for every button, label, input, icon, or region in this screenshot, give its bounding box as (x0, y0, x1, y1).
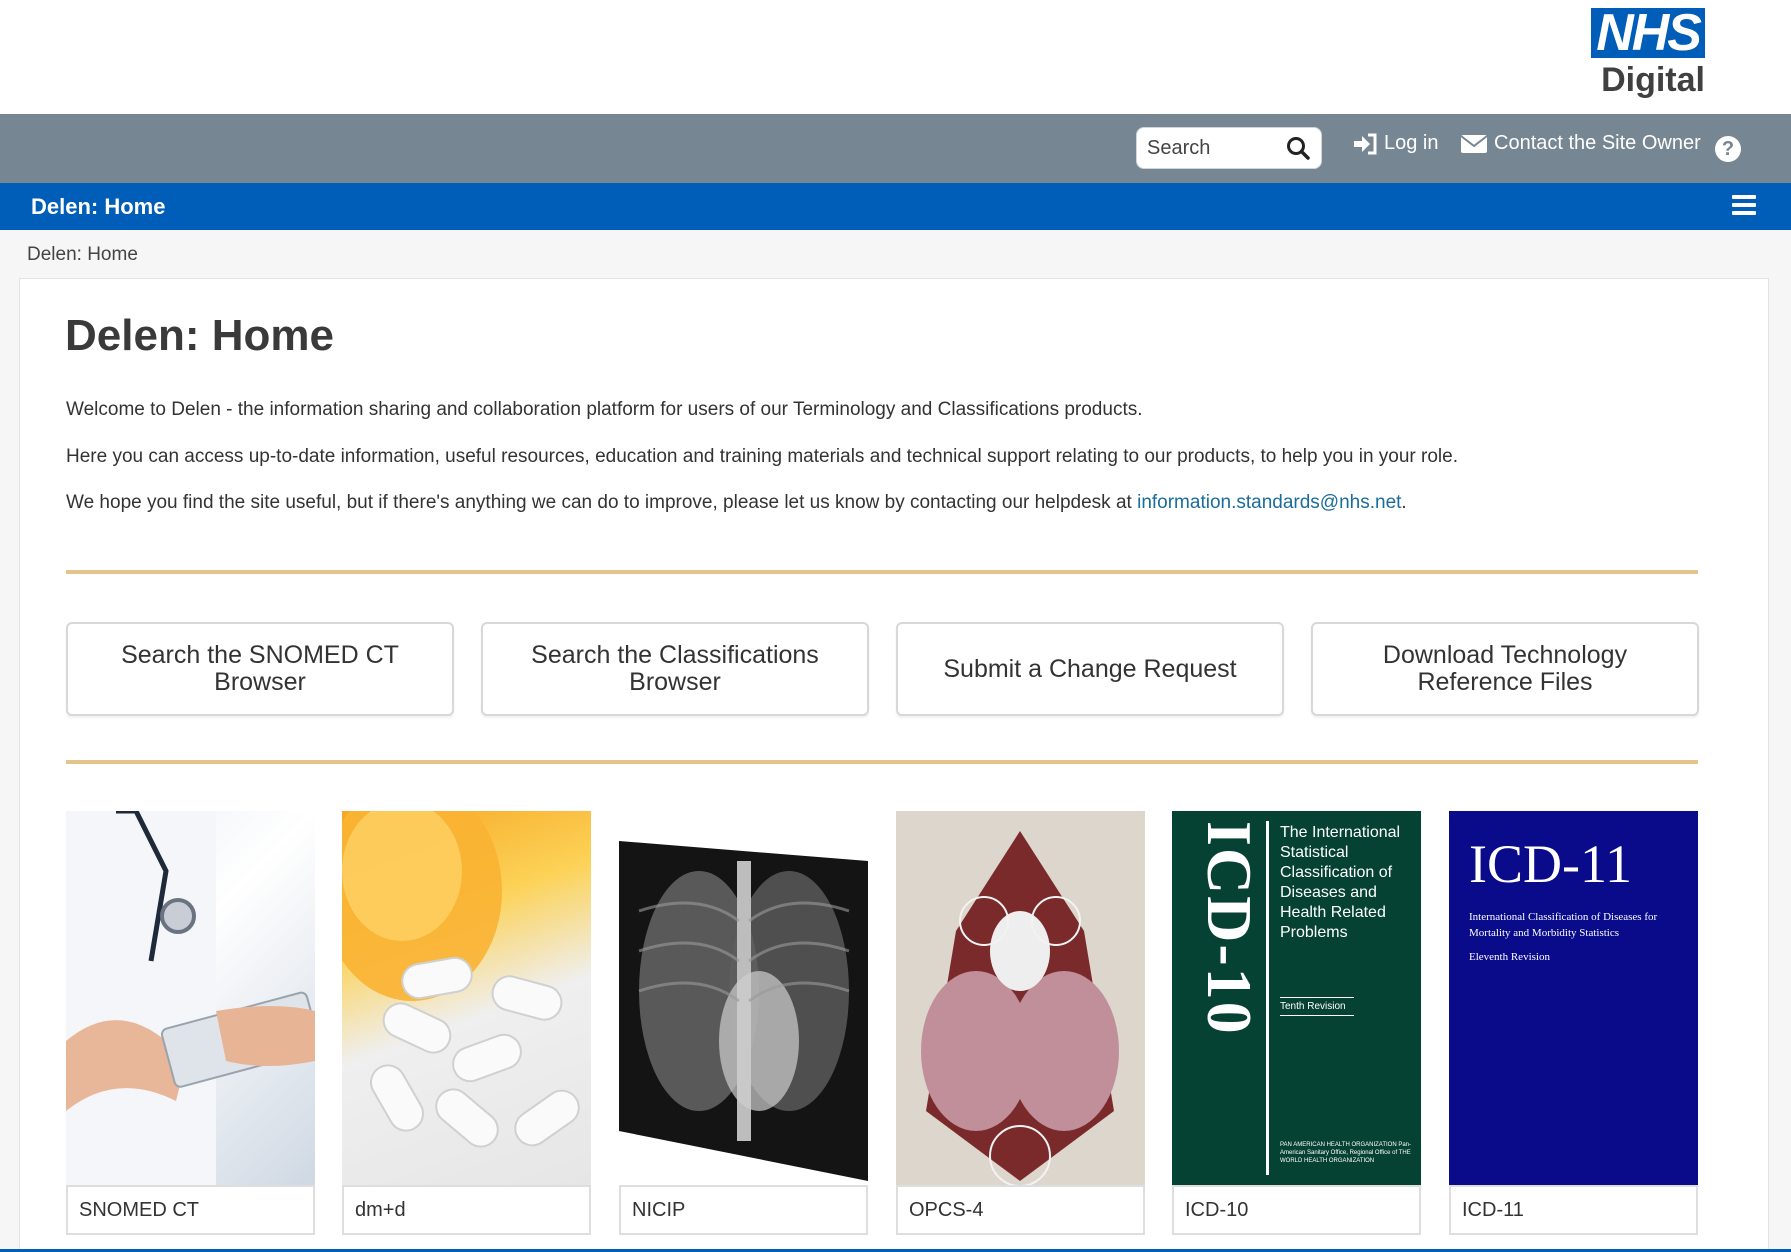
contact-site-owner-link[interactable]: Contact the Site Owner (1460, 132, 1701, 155)
product-card-icd-11[interactable]: ICD-11 International Classification of D… (1449, 811, 1698, 1235)
intro-paragraph: Welcome to Delen - the information shari… (66, 399, 1143, 420)
breadcrumb: Delen: Home (0, 230, 1791, 278)
main-content: Delen: Home Welcome to Delen - the infor… (19, 278, 1769, 1252)
product-card-label: ICD-11 (1449, 1185, 1698, 1235)
page-title: Delen: Home (65, 311, 334, 360)
breadcrumb-current: Delen: Home (27, 244, 138, 265)
contact-label: Contact the Site Owner (1494, 132, 1701, 154)
logo-text: Digital (1601, 61, 1705, 99)
nhs-digital-logo[interactable]: NHS Digital (1582, 7, 1705, 100)
icd10-book-cover: ICD-10 The International Statistical Cla… (1172, 811, 1421, 1185)
icd11-revision: Eleventh Revision (1469, 951, 1550, 963)
help-icon[interactable]: ? (1715, 136, 1741, 162)
login-label: Log in (1384, 132, 1439, 154)
icd10-spine-text: ICD-10 (1194, 821, 1265, 1036)
download-trf-button[interactable]: Download Technology Reference Files (1311, 622, 1699, 716)
search-input[interactable] (1147, 136, 1285, 160)
envelope-icon (1460, 134, 1488, 153)
icd11-book-cover: ICD-11 International Classification of D… (1449, 811, 1698, 1185)
site-nav-bar: Delen: Home (0, 183, 1791, 230)
product-card-label: ICD-10 (1172, 1185, 1421, 1235)
login-link[interactable]: Log in (1352, 132, 1439, 155)
top-toolbar: Log in Contact the Site Owner ? (0, 114, 1791, 183)
nicip-xray-image (619, 811, 868, 1185)
access-paragraph: Here you can access up-to-date informati… (66, 446, 1459, 467)
feedback-text: We hope you find the site useful, but if… (66, 492, 1138, 513)
product-card-label: OPCS-4 (896, 1185, 1145, 1235)
icd10-revision: Tenth Revision (1280, 997, 1354, 1016)
helpdesk-email-link[interactable]: information.standards@nhs.net (1137, 492, 1401, 513)
nhs-logo-mark: NHS (1591, 7, 1705, 59)
icd11-cover-title: ICD-11 (1469, 834, 1632, 894)
product-card-dmd[interactable]: dm+d (342, 811, 591, 1235)
product-card-snomed-ct[interactable]: SNOMED CT (66, 811, 315, 1235)
dmd-pills-image (342, 811, 591, 1185)
product-card-opcs-4[interactable]: OPCS-4 (896, 811, 1145, 1235)
divider (66, 760, 1698, 764)
opcs-anatomy-image (896, 811, 1145, 1185)
feedback-suffix: . (1401, 492, 1407, 513)
hamburger-menu-icon[interactable] (1732, 195, 1756, 217)
submit-change-request-button[interactable]: Submit a Change Request (896, 622, 1284, 716)
product-card-nicip[interactable]: NICIP (619, 811, 868, 1235)
icd10-rule (1266, 821, 1269, 1175)
site-title[interactable]: Delen: Home (31, 194, 165, 220)
login-icon (1354, 133, 1377, 154)
product-card-label: dm+d (342, 1185, 591, 1235)
site-header: NHS Digital (0, 0, 1791, 114)
icd10-publisher: PAN AMERICAN HEALTH ORGANIZATION Pan-Ame… (1280, 1142, 1412, 1164)
icd10-cover-title: The International Statistical Classifica… (1280, 824, 1401, 941)
search-icon[interactable] (1285, 135, 1311, 161)
search-snomed-browser-button[interactable]: Search the SNOMED CT Browser (66, 622, 454, 716)
product-card-label: SNOMED CT (66, 1185, 315, 1235)
product-card-label: NICIP (619, 1185, 868, 1235)
search-classifications-browser-button[interactable]: Search the Classifications Browser (481, 622, 869, 716)
product-card-icd-10[interactable]: ICD-10 The International Statistical Cla… (1172, 811, 1421, 1235)
feedback-paragraph: We hope you find the site useful, but if… (66, 492, 1407, 514)
divider (66, 570, 1698, 574)
snomed-doctor-image (66, 811, 315, 1185)
icd11-cover-subtitle: International Classification of Diseases… (1469, 911, 1658, 939)
search-box (1136, 127, 1322, 169)
